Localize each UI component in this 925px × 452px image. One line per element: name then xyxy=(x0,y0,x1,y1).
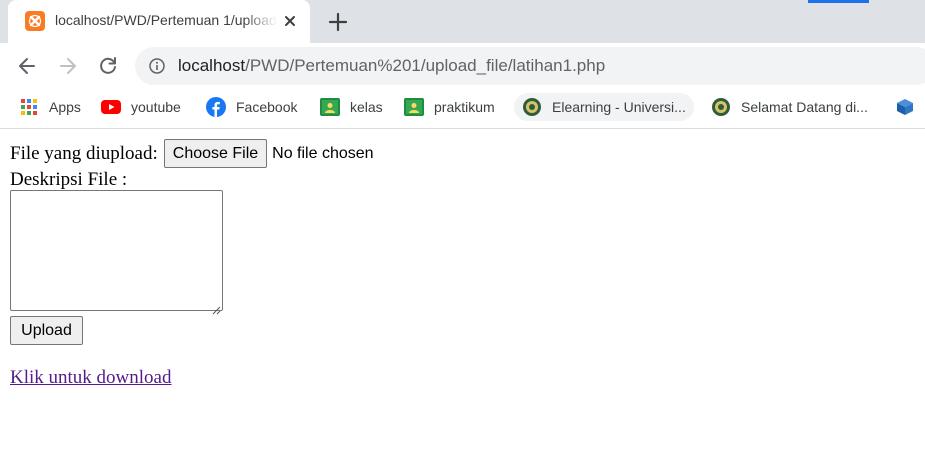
bookmark-elearning[interactable]: Elearning - Universi... xyxy=(514,93,694,121)
file-row: File yang diupload: Choose File No file … xyxy=(10,139,374,168)
tab-title: localhost/PWD/Pertemuan 1/upload_file/la… xyxy=(55,12,277,28)
classroom-icon xyxy=(320,97,340,117)
bookmark-overflow[interactable] xyxy=(895,93,925,121)
window-accent xyxy=(808,0,869,3)
description-label: Deskripsi File : xyxy=(10,169,128,190)
facebook-icon xyxy=(206,97,226,117)
bookmark-facebook[interactable]: Facebook xyxy=(206,93,297,121)
bookmark-label: Selamat Datang di... xyxy=(741,99,868,115)
cube-icon xyxy=(895,97,915,117)
bookmark-label: Elearning - Universi... xyxy=(552,99,686,115)
upload-button[interactable]: Upload xyxy=(10,316,83,345)
bookmark-apps[interactable]: Apps xyxy=(19,93,81,121)
url-text[interactable]: localhost/PWD/Pertemuan%201/upload_file/… xyxy=(178,56,605,76)
bookmark-label: Facebook xyxy=(236,99,298,115)
bookmark-label: praktikum xyxy=(434,99,495,115)
apps-grid-icon xyxy=(19,97,39,117)
plus-icon[interactable] xyxy=(327,11,349,33)
university-logo-icon xyxy=(711,97,731,117)
youtube-icon xyxy=(101,97,121,117)
bookmark-label: Apps xyxy=(49,99,81,115)
address-bar[interactable]: localhost/PWD/Pertemuan%201/upload_file/… xyxy=(135,47,925,85)
reload-icon[interactable] xyxy=(96,54,120,78)
classroom-icon xyxy=(404,97,424,117)
url-path: /PWD/Pertemuan%201/upload_file/latihan1.… xyxy=(245,56,606,75)
xampp-icon xyxy=(25,11,45,31)
page-content: File yang diupload: Choose File No file … xyxy=(0,129,925,452)
choose-file-button[interactable]: Choose File xyxy=(163,139,268,168)
bookmarks-bar: Apps youtube Facebook kelas praktikum El… xyxy=(0,89,925,129)
bookmark-kelas[interactable]: kelas xyxy=(320,93,383,121)
browser-tab[interactable]: localhost/PWD/Pertemuan 1/upload_file/la… xyxy=(8,0,310,43)
arrow-right-icon[interactable] xyxy=(56,54,80,78)
bookmark-label: kelas xyxy=(350,99,383,115)
bookmark-label: youtube xyxy=(131,99,181,115)
description-textarea[interactable] xyxy=(10,190,223,315)
bookmark-praktikum[interactable]: praktikum xyxy=(404,93,495,121)
info-icon[interactable] xyxy=(149,58,165,74)
url-host: localhost xyxy=(178,56,246,75)
resize-grip-icon[interactable] xyxy=(211,299,221,315)
bookmark-youtube[interactable]: youtube xyxy=(101,93,181,121)
arrow-left-icon[interactable] xyxy=(15,54,39,78)
browser-toolbar: localhost/PWD/Pertemuan%201/upload_file/… xyxy=(0,43,925,89)
download-link[interactable]: Klik untuk download xyxy=(10,367,172,389)
no-file-text: No file chosen xyxy=(272,144,374,162)
bookmark-selamat-datang[interactable]: Selamat Datang di... xyxy=(711,93,868,121)
university-logo-icon xyxy=(522,97,542,117)
file-label: File yang diupload: xyxy=(10,142,158,164)
close-icon[interactable] xyxy=(281,12,299,30)
tab-strip: localhost/PWD/Pertemuan 1/upload_file/la… xyxy=(0,0,925,43)
